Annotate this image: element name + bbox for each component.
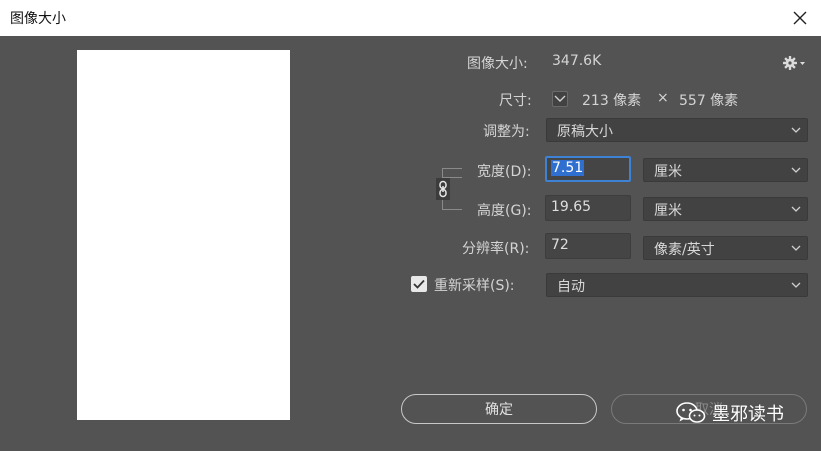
dimension-times: × [657,90,669,106]
dimensions-label: 尺寸: [499,93,532,109]
checkmark-icon [413,279,425,289]
height-unit-select[interactable]: 厘米 [643,197,808,221]
fit-to-value: 原稿大小 [557,124,613,140]
chevron-down-icon [791,245,801,251]
chevron-down-icon [791,206,801,212]
window-title: 图像大小 [10,11,66,27]
image-size-label: 图像大小: [467,56,528,72]
chevron-down-icon [791,167,801,173]
chevron-down-icon [791,127,801,133]
image-preview[interactable] [77,50,290,420]
dimensions-dropdown[interactable] [552,91,568,107]
link-bracket-bottom [442,200,462,210]
constrain-proportions-button[interactable] [436,178,450,200]
height-label: 高度(G): [477,203,532,219]
close-button[interactable] [789,7,811,29]
width-input[interactable]: 7.51 [545,156,631,182]
ok-button[interactable]: 确定 [401,394,597,424]
width-value: 7.51 [551,160,585,176]
fit-to-label: 调整为: [483,124,530,140]
dimension-height: 557 像素 [679,93,739,109]
settings-button[interactable] [782,55,806,71]
width-unit-value: 厘米 [654,164,682,180]
resolution-unit-select[interactable]: 像素/英寸 [643,236,808,260]
height-value: 19.65 [551,199,592,215]
title-bar: 图像大小 [0,0,821,36]
link-icon [439,180,447,198]
width-label: 宽度(D): [477,164,532,180]
resample-label: 重新采样(S): [434,278,515,294]
resolution-label: 分辨率(R): [462,241,530,257]
resolution-unit-value: 像素/英寸 [654,242,715,258]
close-icon [793,11,807,25]
height-unit-value: 厘米 [654,203,682,219]
width-unit-select[interactable]: 厘米 [643,158,808,182]
ok-button-label: 确定 [485,402,513,418]
image-size-value: 347.6K [552,53,602,69]
resolution-input[interactable]: 72 [545,233,631,259]
dimension-width: 213 像素 [582,93,642,109]
watermark: 墨邪读书 [676,400,784,426]
resample-checkbox[interactable] [411,276,427,292]
fit-to-select[interactable]: 原稿大小 [546,118,808,142]
height-input[interactable]: 19.65 [545,195,631,221]
resample-value: 自动 [557,279,585,295]
watermark-text: 墨邪读书 [712,404,784,425]
resolution-value: 72 [551,237,569,253]
wechat-icon [676,402,706,423]
resample-select[interactable]: 自动 [546,273,808,297]
gear-icon [783,56,805,70]
chevron-down-icon [554,95,566,102]
chevron-down-icon [791,282,801,288]
link-bracket-top [442,168,462,178]
